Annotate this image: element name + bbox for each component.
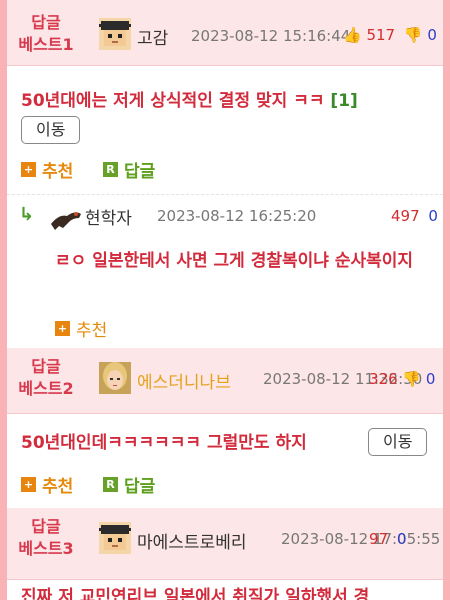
upvote-count: 326 — [369, 370, 398, 388]
thumbs-up-icon[interactable]: 👍 — [343, 26, 362, 44]
best-badge-1-line1: 답글 — [31, 13, 61, 32]
reply-count: [1] — [330, 91, 358, 111]
avatar-icon[interactable] — [99, 18, 131, 50]
avatar-icon[interactable] — [99, 522, 131, 554]
plus-icon: + — [55, 321, 70, 336]
best-badge-2-line1: 답글 — [31, 357, 61, 376]
plus-icon: + — [21, 162, 36, 177]
avatar-icon[interactable] — [49, 204, 83, 232]
best-comment-header-3: 답글 베스트3 마에스트로베리 2023-08-12 17:05:55 97 0 — [7, 508, 443, 580]
best-badge-2-line2: 베스트2 — [18, 379, 74, 398]
recommend-label: 추천 — [42, 477, 74, 497]
comment-text: ㄹㅇ 일본한테서 사면 그게 경찰복이냐 순사복이지 — [55, 251, 414, 271]
author-nickname[interactable]: 현학자 — [85, 204, 132, 229]
recommend-button[interactable]: + 추천 — [55, 316, 107, 341]
vote-area: 326 👎 0 — [369, 370, 435, 388]
downvote-count: 0 — [425, 370, 436, 388]
recommend-label: 추천 — [42, 162, 74, 182]
comment-text: 50년대인데ㅋㅋㅋㅋㅋㅋ 그럴만도 하지 — [21, 433, 307, 453]
downvote-count: 0 — [427, 26, 437, 44]
comment-text: 50년대에는 저게 상식적인 결정 맞지 ㅋㅋ — [21, 91, 325, 111]
post-date: 2023-08-12 17:05:55 — [281, 530, 441, 548]
best-comment-header-1: 답글 베스트1 고감 2023-08-12 15:16:44 👍 517 👎 0 — [7, 0, 443, 66]
upvote-count: 497 — [391, 207, 420, 225]
recommend-button[interactable]: + 추천 — [21, 157, 73, 182]
post-date: 2023-08-12 16:25:20 — [157, 207, 317, 225]
reply-label: 답글 — [124, 477, 156, 497]
recommend-button[interactable]: + 추천 — [21, 472, 73, 497]
plus-icon: + — [21, 477, 36, 492]
reply-button[interactable]: R 답글 — [103, 157, 155, 182]
author-nickname[interactable]: 에스더니나브 — [137, 368, 231, 393]
best-badge-3-line1: 답글 — [31, 517, 61, 536]
thumbs-down-icon[interactable]: 👎 — [404, 26, 423, 44]
vote-area: 97 0 — [369, 530, 406, 548]
thumbs-down-icon[interactable]: 👎 — [402, 370, 421, 388]
reply-label: 답글 — [124, 162, 156, 182]
best-badge-3-line2: 베스트3 — [18, 539, 74, 558]
reply-divider — [7, 194, 443, 195]
reply-button[interactable]: R 답글 — [103, 472, 155, 497]
post-date: 2023-08-12 15:16:44 — [191, 27, 351, 45]
upvote-count: 517 — [366, 26, 396, 44]
avatar-icon[interactable] — [99, 362, 131, 394]
move-button[interactable]: 이동 — [21, 116, 81, 144]
best-badge-1-line2: 베스트1 — [18, 35, 74, 54]
comment-body: 50년대에는 저게 상식적인 결정 맞지 ㅋㅋ [1] 이동 — [21, 88, 429, 144]
reply-r-icon: R — [103, 162, 118, 177]
reply-arrow-icon: ↳ — [19, 204, 35, 225]
best-badge-3: 답글 베스트3 — [11, 516, 81, 560]
vote-area: 497 0 — [391, 207, 438, 225]
downvote-count: 0 — [396, 530, 407, 548]
downvote-count: 0 — [428, 207, 438, 225]
comment-text: 진짜 저 교민연리브 일본에서 취직가 일하했서 경 — [21, 587, 370, 600]
move-button[interactable]: 이동 — [368, 428, 428, 456]
best-badge-1: 답글 베스트1 — [11, 12, 81, 56]
best-comment-header-2: 답글 베스트2 에스더니나브 2023-08-12 11:32:30 326 👎… — [7, 348, 443, 414]
upvote-count: 97 — [369, 530, 389, 548]
best-badge-2: 답글 베스트2 — [11, 356, 81, 400]
recommend-label: 추천 — [76, 321, 108, 341]
reply-r-icon: R — [103, 477, 118, 492]
author-nickname[interactable]: 마에스트로베리 — [137, 528, 246, 553]
vote-area: 👍 517 👎 0 — [343, 26, 437, 44]
author-nickname[interactable]: 고감 — [137, 24, 168, 49]
comment-list: 답글 베스트1 고감 2023-08-12 15:16:44 👍 517 👎 0… — [7, 0, 443, 600]
